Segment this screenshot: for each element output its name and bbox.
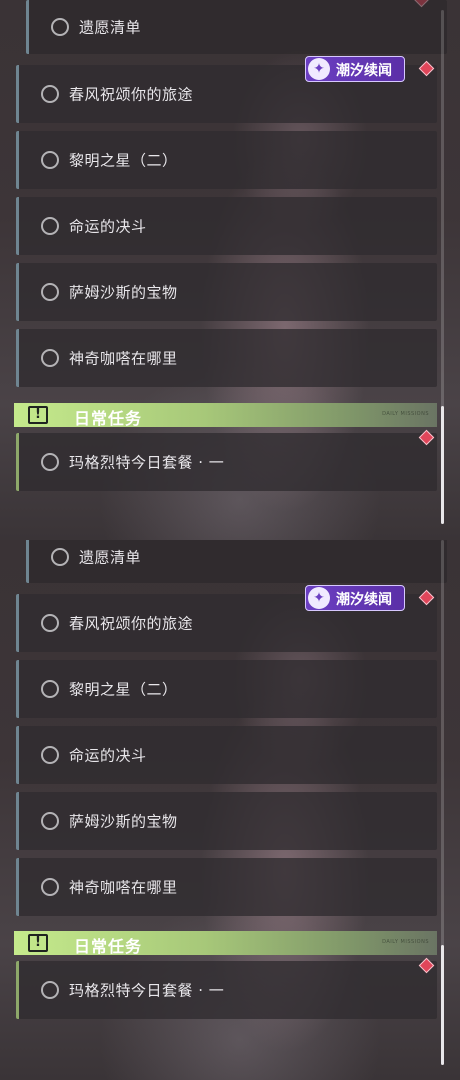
quest-item[interactable]: 萨姆沙斯的宝物: [16, 263, 437, 321]
quest-status-circle-icon: [41, 453, 59, 471]
quest-item[interactable]: 神奇咖嗒在哪里: [16, 329, 437, 387]
section-subtitle: DAILY MISSIONS: [382, 939, 429, 945]
quest-label: 神奇咖嗒在哪里: [69, 878, 178, 897]
exclamation-icon: !: [28, 406, 48, 424]
daily-quest-item[interactable]: 玛格烈特今日套餐 · 一: [16, 433, 437, 491]
quest-item[interactable]: 黎明之星（二）: [16, 660, 437, 718]
quest-status-circle-icon: [41, 878, 59, 896]
daily-quest-item[interactable]: 玛格烈特今日套餐 · 一: [16, 961, 437, 1019]
daily-section-header[interactable]: ! 日常任务 DAILY MISSIONS: [14, 931, 437, 956]
quest-item[interactable]: 黎明之星（二）: [16, 131, 437, 189]
section-title: 日常任务: [74, 937, 143, 956]
quest-status-circle-icon: [41, 981, 59, 999]
quest-label: 萨姆沙斯的宝物: [69, 812, 178, 831]
quest-item[interactable]: 遗愿清单: [26, 0, 447, 54]
quest-status-circle-icon: [41, 614, 59, 632]
event-badge: ✦ 潮汐续闻: [305, 585, 405, 611]
sparkle-star-icon: ✦: [308, 58, 330, 80]
section-subtitle: DAILY MISSIONS: [382, 411, 429, 417]
quest-status-circle-icon: [41, 283, 59, 301]
quest-label: 遗愿清单: [79, 18, 142, 37]
event-badge-label: 潮汐续闻: [336, 592, 392, 608]
quest-status-circle-icon: [41, 812, 59, 830]
quest-label: 春风祝颂你的旅途: [69, 85, 194, 104]
quest-status-circle-icon: [41, 217, 59, 235]
quest-status-circle-icon: [41, 85, 59, 103]
event-badge: ✦ 潮汐续闻: [305, 56, 405, 82]
quest-status-circle-icon: [41, 746, 59, 764]
quest-item[interactable]: 神奇咖嗒在哪里: [16, 858, 437, 916]
quest-label: 萨姆沙斯的宝物: [69, 283, 178, 302]
scrollbar-thumb[interactable]: [441, 406, 444, 524]
quest-label: 遗愿清单: [79, 548, 142, 566]
quest-item[interactable]: 命运的决斗: [16, 197, 437, 255]
daily-section-header[interactable]: ! 日常任务 DAILY MISSIONS: [14, 403, 437, 428]
quest-status-circle-icon: [41, 349, 59, 367]
exclamation-icon: !: [28, 934, 48, 952]
quest-list-panel: 遗愿清单 春风祝颂你的旅途 ✦ 潮汐续闻 黎明之星（二） 命运的决斗 萨姆沙斯的…: [0, 0, 460, 540]
quest-label: 玛格烈特今日套餐 · 一: [69, 453, 225, 472]
quest-status-circle-icon: [41, 151, 59, 169]
quest-label: 命运的决斗: [69, 217, 147, 236]
quest-label: 玛格烈特今日套餐 · 一: [69, 981, 225, 1000]
sparkle-star-icon: ✦: [308, 587, 330, 609]
quest-label: 黎明之星（二）: [69, 680, 178, 699]
quest-list-panel: 遗愿清单 春风祝颂你的旅途 ✦ 潮汐续闻 黎明之星（二） 命运的决斗 萨姆沙斯的…: [0, 540, 460, 1080]
quest-item[interactable]: 遗愿清单: [26, 540, 447, 583]
quest-item[interactable]: 萨姆沙斯的宝物: [16, 792, 437, 850]
quest-label: 神奇咖嗒在哪里: [69, 349, 178, 368]
scrollbar-thumb[interactable]: [441, 945, 444, 1065]
quest-status-circle-icon: [51, 547, 69, 566]
section-title: 日常任务: [74, 409, 143, 428]
quest-status-circle-icon: [41, 680, 59, 698]
quest-label: 春风祝颂你的旅途: [69, 614, 194, 633]
quest-status-circle-icon: [51, 18, 69, 36]
quest-label: 命运的决斗: [69, 746, 147, 765]
event-badge-label: 潮汐续闻: [336, 63, 392, 79]
quest-label: 黎明之星（二）: [69, 151, 178, 170]
quest-item[interactable]: 命运的决斗: [16, 726, 437, 784]
